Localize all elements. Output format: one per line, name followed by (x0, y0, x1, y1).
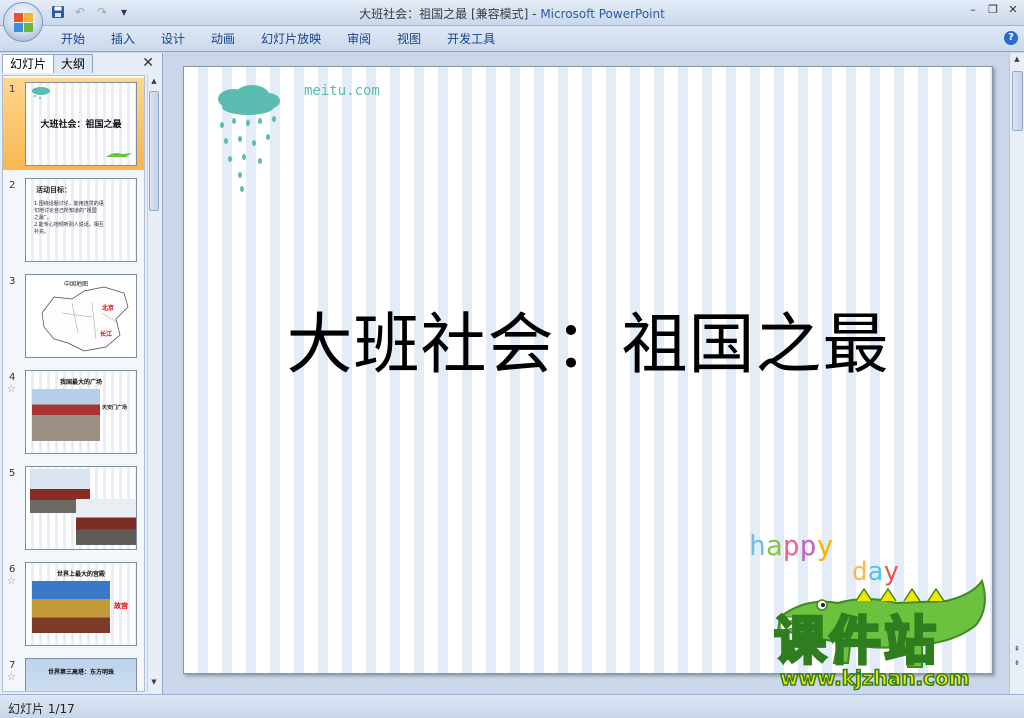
thumb-caption: 故宫 (114, 602, 128, 610)
window-controls: – ❐ ✕ (966, 3, 1020, 17)
scrollbar-thumb[interactable] (149, 91, 159, 211)
slide-number: 2 (9, 180, 16, 191)
slide-title[interactable]: 大班社会：祖国之最 (184, 291, 992, 387)
scroll-down-icon[interactable]: ▼ (149, 678, 159, 690)
tab-insert[interactable]: 插入 (98, 31, 148, 47)
slide-thumbnail[interactable]: 我国最大的广场 天安门广场 (25, 370, 137, 454)
scrollbar-thumb[interactable] (1012, 71, 1023, 131)
help-icon[interactable]: ? (1004, 31, 1018, 45)
thumb-title: 世界上最大的宫殿 (56, 571, 105, 578)
map-label: 北京 (102, 305, 115, 312)
slide-scrollbar[interactable]: ▲ ⇞ ⇟ (1009, 53, 1024, 694)
thumb-title: 世界第三高塔：东方明珠 (47, 669, 114, 676)
tab-design[interactable]: 设计 (148, 31, 198, 47)
cloud-icon (32, 87, 50, 99)
scroll-up-icon[interactable]: ▲ (149, 77, 159, 89)
animation-icon: ☆ (7, 384, 16, 395)
map-icon (41, 286, 129, 352)
slide-thumbnail-list: 1 大班社会：祖国之最 2 活动目标： 1.围绕话题讨论，能用连贯的语 句地讨论… (2, 75, 145, 692)
tab-home[interactable]: 开始 (48, 31, 98, 47)
previous-slide-icon[interactable]: ⇞ (1012, 645, 1022, 657)
slide-number: 7 (9, 660, 16, 671)
slide-thumbnail-row[interactable]: 6 ☆ 世界上最大的宫殿 故宫 (3, 558, 144, 650)
thumb-line: 句地讨论自己所知道的“祖国 (34, 208, 97, 214)
thumb-line: 1.围绕话题讨论，能用连贯的语 (34, 201, 104, 207)
status-bar: 幻灯片 1/17 (0, 694, 1024, 718)
tab-slideshow[interactable]: 幻灯片放映 (248, 31, 334, 47)
office-button[interactable] (3, 2, 43, 42)
thumb-line: 2.能专心地倾听别人说话，相互 (34, 222, 104, 228)
happy-letter: p (782, 529, 800, 562)
close-button[interactable]: ✕ (1006, 3, 1020, 17)
slide-number: 3 (9, 276, 16, 287)
slide-thumbnail-row[interactable]: 4 ☆ 我国最大的广场 天安门广场 (3, 366, 144, 458)
minimize-button[interactable]: – (966, 3, 980, 17)
slide-editing-area: meitu.com 大班社会：祖国之最 happy day (164, 53, 1009, 694)
thumb-title: 大班社会：祖国之最 (40, 120, 122, 130)
tab-animations[interactable]: 动画 (198, 31, 248, 47)
thumb-title: 活动目标： (36, 186, 71, 194)
panel-tabs: 幻灯片 大纲 (2, 54, 94, 74)
happy-text: happy (749, 529, 833, 562)
animation-icon: ☆ (7, 576, 16, 587)
slide-thumbnail[interactable]: 世界上最大的宫殿 故宫 (25, 562, 137, 646)
ribbon-tabs: 开始 插入 设计 动画 幻灯片放映 审阅 视图 开发工具 (48, 31, 508, 47)
slide-thumbnail-row[interactable]: 7 ☆ 世界第三高塔：东方明珠 (3, 654, 144, 691)
animation-icon: ☆ (7, 672, 16, 683)
slides-panel: 幻灯片 大纲 ✕ 1 大班社会：祖国之最 2 活动目标： 1.围绕话题讨论，能用… (0, 53, 163, 694)
watermark-url: www.kjzhan.com (779, 665, 970, 691)
happy-letter: a (765, 529, 783, 562)
tab-outline[interactable]: 大纲 (53, 54, 94, 73)
current-slide[interactable]: meitu.com 大班社会：祖国之最 happy day (183, 66, 993, 674)
slide-number: 5 (9, 468, 16, 479)
happy-letter: y (816, 529, 834, 562)
slide-counter: 幻灯片 1/17 (8, 702, 75, 716)
thumb-caption: 天安门广场 (102, 405, 128, 411)
slide-number: 6 (9, 564, 16, 575)
palace-photo (32, 581, 110, 633)
title-bar: ↶ ↷ ▾ 大班社会：祖国之最 [兼容模式] - Microsoft Power… (0, 0, 1024, 26)
thumbnail-scrollbar[interactable]: ▲ ▼ (147, 75, 159, 692)
ribbon: 开始 插入 设计 动画 幻灯片放映 审阅 视图 开发工具 ? (0, 26, 1024, 52)
close-icon[interactable]: ✕ (142, 55, 154, 71)
slide-thumbnail[interactable]: 大班社会：祖国之最 (25, 82, 137, 166)
thumb-title: 我国最大的广场 (59, 379, 102, 386)
logo-text: meitu.com (304, 83, 380, 99)
office-logo-icon (14, 13, 33, 32)
map-label: 长江 (100, 331, 113, 338)
happy-letter: h (749, 529, 766, 562)
watermark-title: 课件站 (772, 612, 940, 672)
next-slide-icon[interactable]: ⇟ (1012, 659, 1022, 671)
scroll-up-icon[interactable]: ▲ (1012, 55, 1022, 67)
tab-developer[interactable]: 开发工具 (434, 31, 508, 47)
document-title: 大班社会：祖国之最 [兼容模式] - (359, 7, 541, 21)
tab-review[interactable]: 审阅 (334, 31, 384, 47)
photo (76, 499, 136, 545)
slide-thumbnail[interactable]: 中国地图 北京 长江 (25, 274, 137, 358)
crocodile-icon (106, 153, 132, 157)
slide-thumbnail[interactable]: 活动目标： 1.围绕话题讨论，能用连贯的语 句地讨论自己所知道的“祖国 之最”。… (25, 178, 137, 262)
thumb-line: 补充。 (34, 229, 50, 235)
window-title: 大班社会：祖国之最 [兼容模式] - Microsoft PowerPoint (0, 5, 1024, 22)
square-photo (32, 389, 100, 441)
slide-thumbnail[interactable]: 世界第三高塔：东方明珠 (25, 658, 137, 691)
slide-number: 4 (9, 372, 16, 383)
slide-thumbnail-row[interactable]: 3 中国地图 北京 长江 (3, 270, 144, 362)
slide-thumbnail-row[interactable]: 1 大班社会：祖国之最 (3, 78, 144, 170)
happy-letter: p (799, 529, 817, 562)
slide-thumbnail[interactable] (25, 466, 137, 550)
thumb-line: 之最”。 (34, 215, 52, 221)
cloud-icon (218, 85, 280, 192)
tab-slides[interactable]: 幻灯片 (2, 54, 55, 73)
tab-view[interactable]: 视图 (384, 31, 434, 47)
watermark: 课件站 www.kjzhan.com (772, 612, 1006, 694)
restore-button[interactable]: ❐ (986, 3, 1000, 17)
app-name: Microsoft PowerPoint (540, 7, 665, 21)
slide-number: 1 (9, 84, 16, 95)
slide-thumbnail-row[interactable]: 5 (3, 462, 144, 554)
slide-thumbnail-row[interactable]: 2 活动目标： 1.围绕话题讨论，能用连贯的语 句地讨论自己所知道的“祖国 之最… (3, 174, 144, 266)
